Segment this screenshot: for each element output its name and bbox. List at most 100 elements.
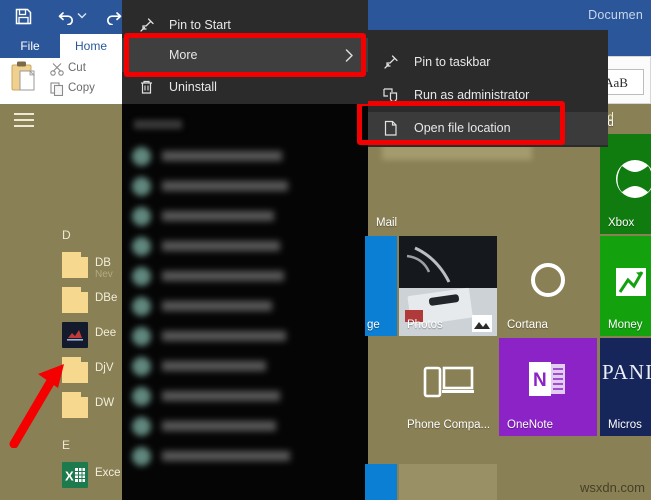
tile-photos[interactable]: Photos [399,236,497,336]
tile-label: Mail [376,217,398,229]
tile-mail[interactable]: Mail [368,134,598,234]
submenu-item-open-file-location[interactable]: Open file location [368,112,608,145]
list-item-label: DBe [95,292,118,304]
alpha-header-d[interactable]: D [62,228,71,242]
shield-icon [382,87,399,104]
list-item-label [162,391,280,401]
undo-dropdown-icon[interactable] [77,12,87,31]
svg-text:X: X [65,469,74,484]
list-item-label: DB [95,257,111,269]
submenu-item-label: Run as administrator [414,88,530,102]
document-title: Documen [588,8,643,22]
submenu-item-run-as-administrator[interactable]: Run as administrator [368,79,608,112]
list-item-label [162,241,280,251]
tile-edge[interactable]: ge [365,236,397,336]
app-icon [132,177,151,196]
tile-label: Micros [608,419,642,431]
list-item[interactable]: DW [62,388,124,422]
redo-icon[interactable] [104,7,122,26]
cortana-icon [531,263,565,297]
context-menu-item-uninstall[interactable]: Uninstall [122,70,368,104]
tile-microsoft[interactable]: PANI Micros [600,338,651,436]
trash-icon [138,79,155,96]
tile-label: Photos [407,319,443,331]
watermark: wsxdn.com [579,480,645,495]
list-item-label: DjV [95,362,114,374]
tile-grid: Play and Mail Xbox ge [365,104,651,500]
tile-banner-text: PANI [602,360,651,384]
context-menu-item-pin-to-start[interactable]: Pin to Start [122,8,368,42]
tile-label: OneNote [507,419,554,431]
tile-label: Xbox [608,217,635,229]
list-item-label: Dee [95,327,117,339]
context-menu-item-label: More [169,48,198,62]
tile-label: Money [608,319,643,331]
list-item-label [162,451,290,461]
list-item-label [162,271,284,281]
chevron-right-icon [345,49,354,62]
tile-phone-companion[interactable]: Phone Compa... [399,338,497,436]
cut-scissors-icon[interactable] [50,62,64,76]
list-item[interactable]: Dee [62,318,124,352]
list-item-label: DW [95,397,115,409]
context-menu-item-label: Pin to Start [169,18,231,32]
context-submenu: Pin to taskbar Run as administrator Open… [368,30,608,147]
copy-icon[interactable] [50,82,64,97]
app-icon [132,417,151,436]
list-item-label [162,361,266,371]
context-menu-item-label: Uninstall [169,80,217,94]
onenote-icon: N [529,362,565,396]
list-item[interactable]: DjV [62,353,124,387]
tile-partial-bottom[interactable] [399,464,497,500]
undo-icon[interactable] [58,7,76,26]
folder-icon [62,252,88,278]
app-icon [132,447,151,466]
app-icon [132,357,151,376]
tile-label: ge [367,319,380,331]
submenu-item-label: Open file location [414,121,511,135]
list-item-label: Exce [95,467,121,479]
recent-list-blurred [122,104,368,500]
pin-icon [138,17,155,34]
svg-text:N: N [533,370,547,391]
tile-label: Cortana [507,319,548,331]
cut-label[interactable]: Cut [68,62,86,74]
photos-app-icon [472,315,492,332]
list-item[interactable]: DBe [62,283,124,317]
tab-file[interactable]: File [0,34,60,58]
context-menu-item-more[interactable]: More [122,38,368,72]
app-icon [132,207,151,226]
copy-label[interactable]: Copy [68,82,95,94]
tile-label: Phone Compa... [407,419,491,431]
dark-app-icon [62,322,88,348]
tile-partial-bottom-left[interactable] [365,464,397,500]
folder-icon [62,287,88,313]
excel-icon: X [62,462,88,488]
save-icon[interactable] [14,7,33,26]
list-item[interactable]: DB Nev [62,248,124,282]
phone-companion-icon [423,366,474,398]
screen-root: Documen File Home Cut Copy Pro 9 [0,0,651,500]
tile-cortana[interactable]: Cortana [499,236,597,336]
red-arrow-annotation [8,362,70,449]
paste-clipboard-icon[interactable] [10,60,40,94]
app-icon [132,147,151,166]
pin-icon [382,54,399,71]
app-icon [132,297,151,316]
list-item-label [162,181,288,191]
app-icon [132,237,151,256]
submenu-item-pin-to-taskbar[interactable]: Pin to taskbar [368,46,608,79]
app-icon [132,267,151,286]
list-item-sublabel: Nev [95,269,113,280]
tile-xbox[interactable]: Xbox [600,134,651,234]
xbox-icon [616,160,651,198]
submenu-item-label: Pin to taskbar [414,55,491,69]
tile-money[interactable]: Money [600,236,651,336]
tile-onenote[interactable]: N OneNote [499,338,597,436]
app-icon [132,387,151,406]
list-item-excel[interactable]: X Exce [62,458,124,492]
tab-home[interactable]: Home [60,34,122,58]
list-item-label [162,421,276,431]
list-item-label [162,331,286,341]
list-item-label [162,301,272,311]
